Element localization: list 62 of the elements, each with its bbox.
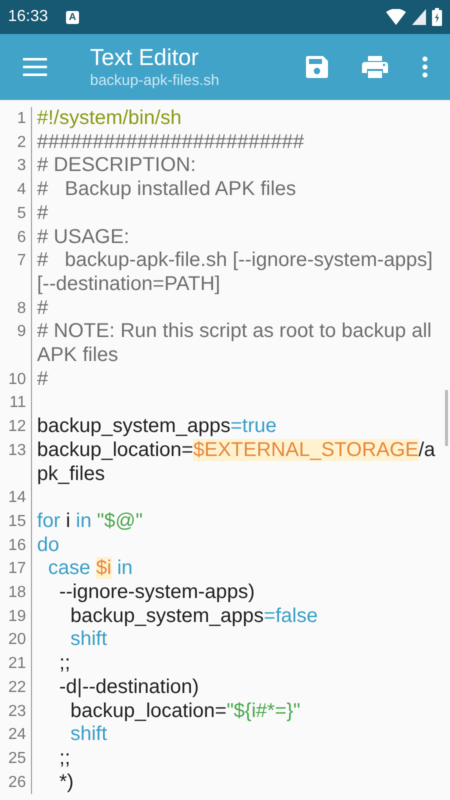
line-number: 20 (0, 628, 32, 652)
file-name: backup-apk-files.sh (90, 71, 220, 91)
line-number: 22 (0, 676, 32, 700)
line-number: 4 (0, 178, 32, 202)
code-line: # NOTE: Run this script as root to backup all APK files (36, 320, 433, 368)
line-number: 18 (0, 581, 32, 605)
line-number: 12 (0, 415, 32, 439)
line-number: 19 (0, 604, 32, 628)
code-line: # (36, 202, 50, 226)
code-line: -d|--destination) (58, 676, 200, 700)
code-line: ;; (58, 746, 72, 771)
line-number: 7 (0, 249, 32, 297)
code-line: do (36, 534, 60, 558)
line-number: 10 (0, 368, 32, 392)
code-line: # (36, 296, 50, 320)
code-line: case $i in (47, 557, 134, 582)
line-number: 6 (0, 226, 32, 250)
line-number: 24 (0, 723, 32, 747)
print-icon[interactable] (362, 56, 388, 78)
app-title: Text Editor (90, 43, 200, 71)
menu-icon[interactable] (23, 58, 47, 76)
line-number: 17 (0, 557, 32, 582)
line-number: 11 (0, 391, 32, 416)
clock: 16:33 (8, 8, 48, 26)
line-number: 15 (0, 510, 32, 534)
code-line: backup_system_apps=false (69, 604, 319, 628)
code-line: ######################## (36, 130, 305, 154)
battery-icon (432, 8, 442, 26)
line-number: 1 (0, 107, 32, 131)
code-line: backup_system_apps=true (36, 415, 278, 439)
line-number: 5 (0, 202, 32, 226)
line-number: 13 (0, 438, 32, 486)
code-line: *) (58, 770, 75, 794)
code-line: # (36, 368, 50, 392)
signal-icon (412, 9, 426, 25)
line-number: 21 (0, 652, 32, 676)
more-options-icon[interactable] (422, 56, 428, 78)
line-number: 8 (0, 296, 32, 320)
code-line: backup_location="${i#*=}" (69, 700, 302, 724)
line-number: 23 (0, 700, 32, 724)
code-line: # backup-apk-file.sh [--ignore-system-apps] [--destination=PATH] (36, 249, 434, 297)
code-line: for i in "$@" (36, 510, 144, 534)
code-line: # USAGE: (36, 226, 130, 250)
line-number: 26 (0, 770, 32, 794)
line-number: 3 (0, 154, 32, 178)
save-icon[interactable] (306, 56, 328, 78)
wifi-icon (386, 9, 406, 25)
line-number: 2 (0, 130, 32, 154)
code-line: shift (69, 723, 108, 747)
code-line: # DESCRIPTION: (36, 154, 197, 178)
line-number: 14 (0, 486, 32, 510)
line-number: 16 (0, 534, 32, 558)
line-number: 9 (0, 320, 32, 368)
code-line: ;; (58, 652, 72, 676)
line-number: 25 (0, 746, 32, 771)
code-line: #!/system/bin/sh (36, 107, 183, 131)
code-line: backup_location=$EXTERNAL_STORAGE/apk_files (36, 438, 436, 486)
scrollbar (445, 390, 448, 446)
code-line: --ignore-system-apps) (58, 581, 256, 605)
code-line: # Backup installed APK files (36, 178, 298, 202)
code-line: shift (69, 628, 108, 652)
notification-icon: A (66, 10, 80, 24)
